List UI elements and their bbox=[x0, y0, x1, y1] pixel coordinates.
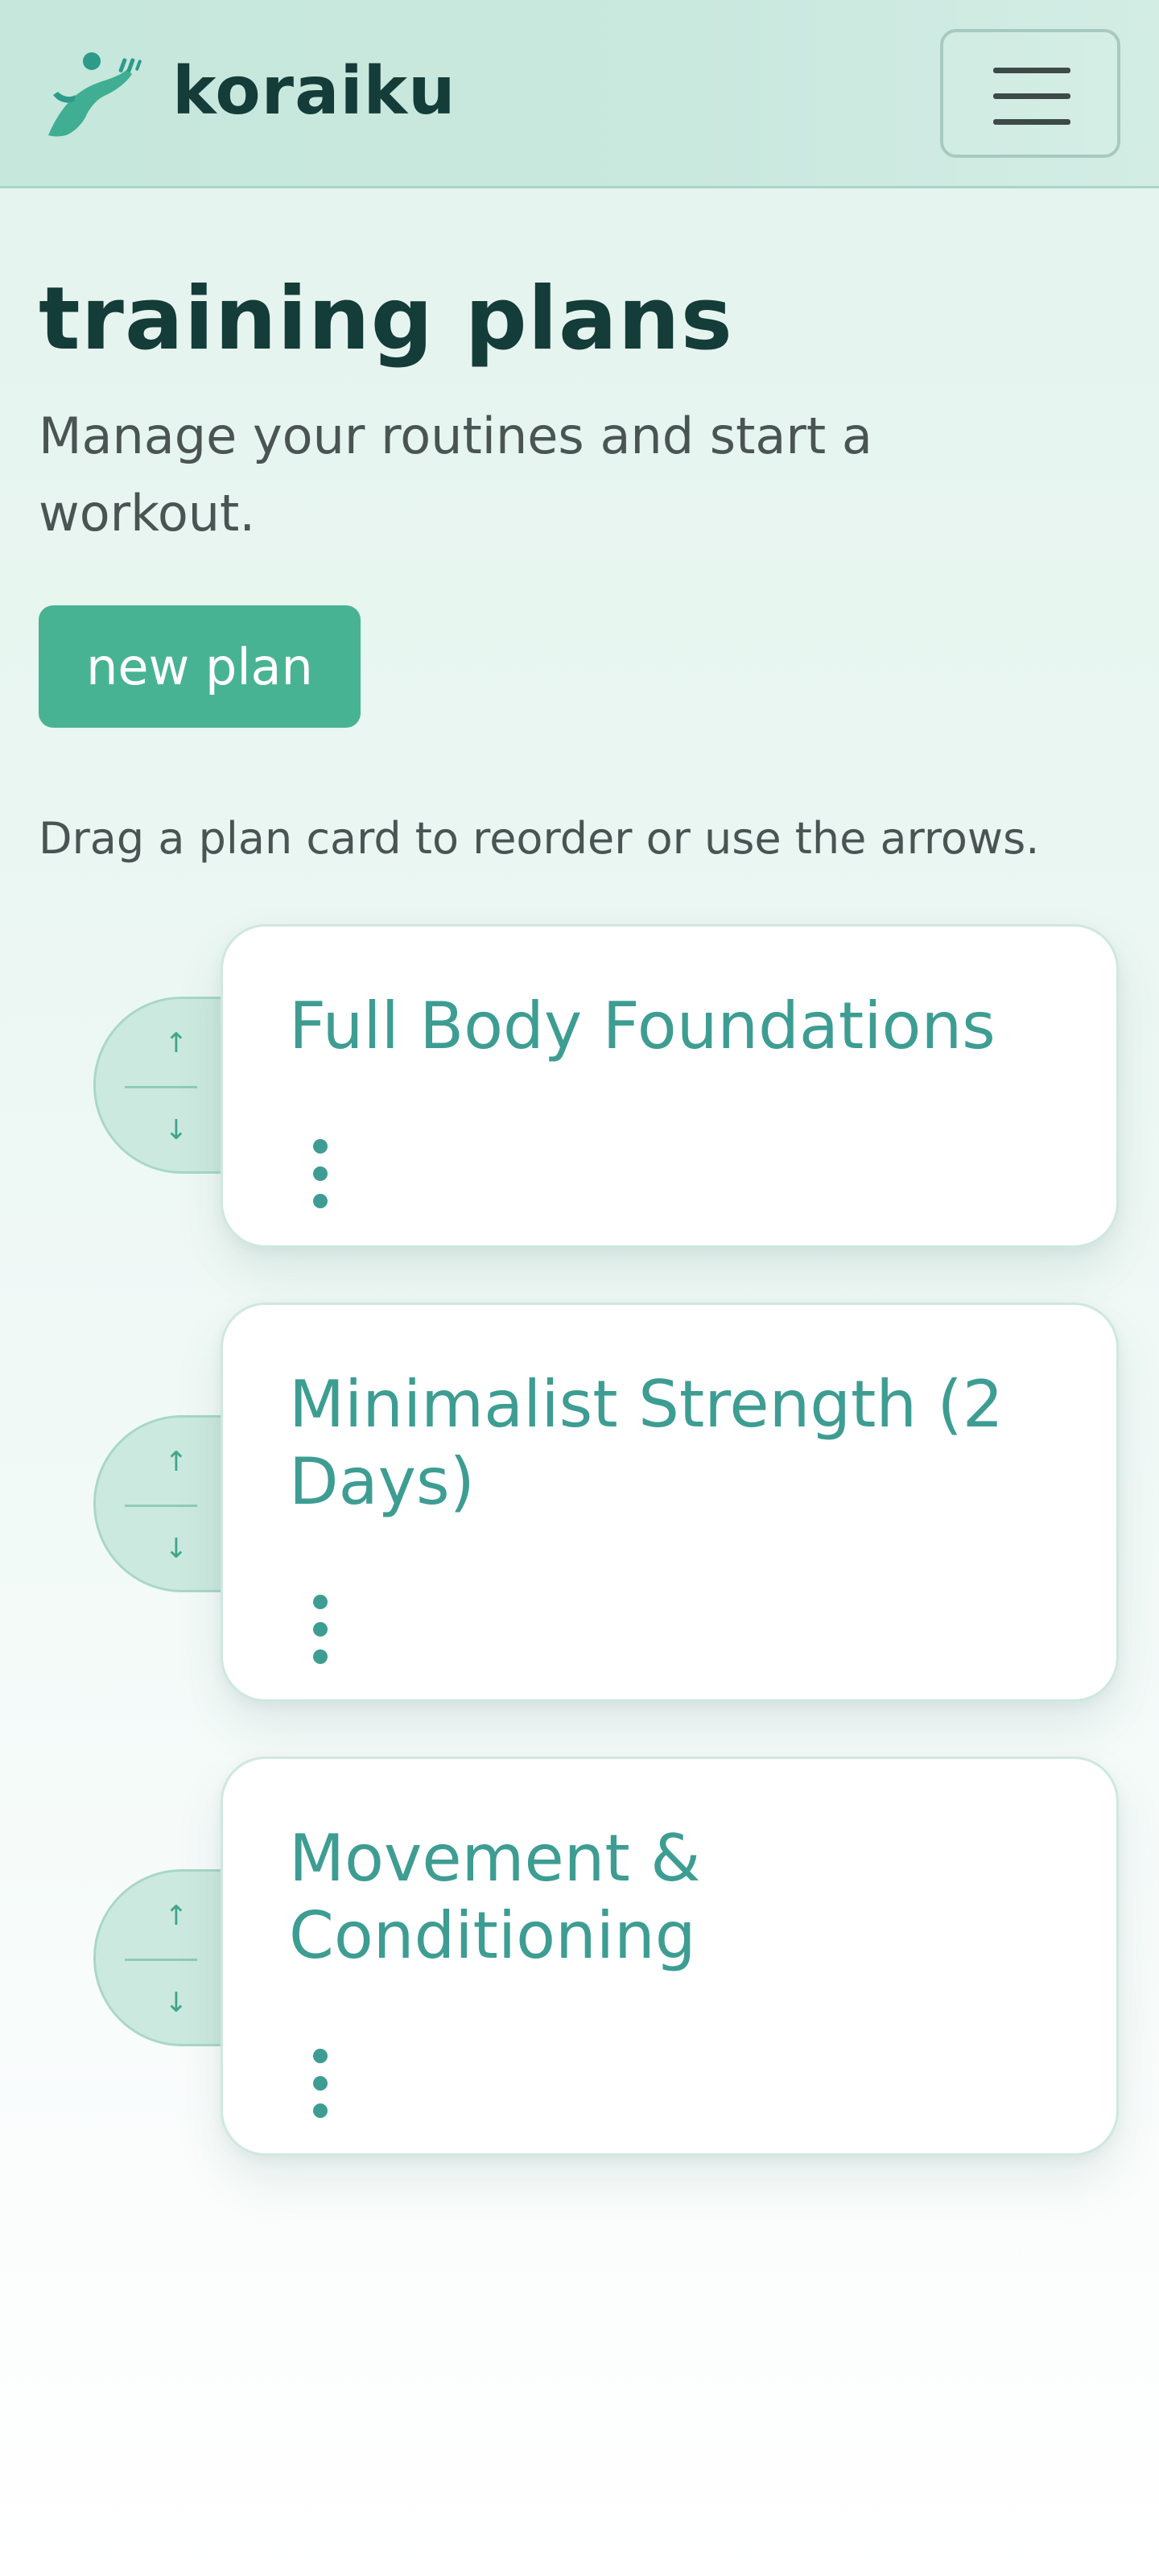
brand-name[interactable]: koraiku bbox=[172, 52, 456, 132]
kebab-dot bbox=[313, 2076, 328, 2091]
top-navbar: koraiku bbox=[0, 0, 1159, 188]
kebab-dot bbox=[313, 1166, 328, 1181]
new-plan-button[interactable]: new plan bbox=[39, 605, 361, 728]
kebab-dot bbox=[313, 1622, 328, 1637]
more-vertical-icon[interactable] bbox=[307, 1583, 339, 1688]
more-vertical-icon[interactable] bbox=[307, 2037, 339, 2142]
reorder-divider bbox=[125, 1086, 197, 1088]
hamburger-menu-icon bbox=[993, 68, 1070, 73]
plan-card[interactable]: Full Body Foundations bbox=[221, 924, 1119, 1248]
move-down-arrow-icon[interactable]: ↓ bbox=[128, 1513, 225, 1585]
kebab-dot bbox=[313, 2103, 328, 2118]
kebab-dot bbox=[313, 1595, 328, 1609]
plan-title[interactable]: Minimalist Strength (2 Days) bbox=[289, 1366, 1078, 1521]
move-up-arrow-icon[interactable]: ↑ bbox=[128, 1426, 225, 1498]
plan-title[interactable]: Movement & Conditioning bbox=[289, 1820, 1078, 1975]
more-vertical-icon[interactable] bbox=[307, 1128, 339, 1232]
page-title: training plans bbox=[39, 269, 733, 369]
hamburger-menu-button[interactable] bbox=[940, 29, 1120, 158]
move-down-arrow-icon[interactable]: ↓ bbox=[128, 1094, 225, 1166]
plan-row: ↑ ↓ Full Body Foundations bbox=[0, 924, 1159, 1248]
reorder-divider bbox=[125, 1505, 197, 1507]
plan-card[interactable]: Minimalist Strength (2 Days) bbox=[221, 1302, 1119, 1702]
runner-logo-icon[interactable] bbox=[42, 45, 146, 142]
move-down-arrow-icon[interactable]: ↓ bbox=[128, 1967, 225, 2039]
reorder-control: ↑ ↓ bbox=[93, 1869, 238, 2046]
hamburger-menu-icon-bar bbox=[993, 93, 1070, 99]
reorder-hint: Drag a plan card to reorder or use the a… bbox=[39, 813, 1040, 864]
plan-title[interactable]: Full Body Foundations bbox=[289, 988, 1078, 1065]
plan-row: ↑ ↓ Minimalist Strength (2 Days) bbox=[0, 1302, 1159, 1702]
page-subtitle: Manage your routines and start a workout… bbox=[39, 407, 872, 543]
reorder-divider bbox=[125, 1959, 197, 1961]
move-up-arrow-icon[interactable]: ↑ bbox=[128, 1880, 225, 1952]
reorder-control: ↑ ↓ bbox=[93, 997, 238, 1174]
move-up-arrow-icon[interactable]: ↑ bbox=[128, 1007, 225, 1080]
kebab-dot bbox=[313, 1139, 328, 1154]
plan-row: ↑ ↓ Movement & Conditioning bbox=[0, 1757, 1159, 2156]
kebab-dot bbox=[313, 1649, 328, 1664]
kebab-dot bbox=[313, 2049, 328, 2063]
hamburger-menu-icon-bar bbox=[993, 119, 1070, 125]
plan-card[interactable]: Movement & Conditioning bbox=[221, 1757, 1119, 2156]
reorder-control: ↑ ↓ bbox=[93, 1415, 238, 1592]
kebab-dot bbox=[313, 1194, 328, 1208]
